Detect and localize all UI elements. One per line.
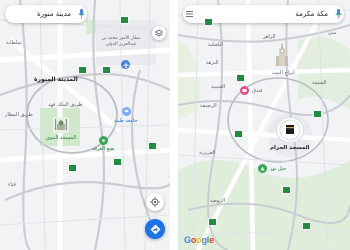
nur-label: جبل نور [270,166,287,172]
hotel-icon[interactable] [240,86,249,95]
road-shield [204,18,213,26]
road-shield [113,158,122,166]
haram-label: المسجد الحرام [270,145,310,151]
district-label: الكعكية [208,42,224,48]
layers-button[interactable] [152,26,166,40]
search-query[interactable]: مكة مكرمة [195,10,332,18]
split-map-screen: مدينة منورة مطار الأمير محمد بن عبدالعزي… [0,0,350,250]
road-shield [148,142,157,150]
clock-label: أبراج البيت [272,70,295,76]
district-label: الرصيفة [200,103,217,109]
district-label: منى [328,30,337,36]
road-shield [68,164,77,172]
mic-icon[interactable] [75,7,87,21]
clock-tower-icon[interactable] [274,42,290,68]
district-label: الروضة [210,198,226,204]
area-north-label: سلطانة [6,40,22,46]
road-shield [208,218,217,226]
directions-button[interactable] [145,219,165,239]
university-label: جامعة طيبة [114,118,138,124]
road-shield [282,186,291,194]
road-shield [234,130,243,138]
district-label: النزهة [206,60,219,66]
directions-icon [150,224,160,234]
road-east-label: طريق الملك فهد [48,102,83,108]
search-query[interactable]: مدينة منورة [5,10,75,18]
search-bar[interactable]: مدينة منورة [5,5,87,23]
airport-icon[interactable] [121,60,130,69]
road-shield [78,66,87,74]
mosque-icon[interactable] [53,117,69,133]
road-shield [120,16,129,24]
panel-divider [170,0,178,250]
area-west-label: طريق المطار [5,112,33,118]
hotel-label: فندق [252,88,263,94]
area-south-label: قباء [8,182,16,188]
my-location-button[interactable] [146,193,164,211]
airport-label: مطار الأمير محمد بن عبدالعزيز الدولي [101,36,141,47]
road-shield [313,110,322,118]
baqi-label: بقيع الغرقد [92,146,115,152]
location-icon [150,197,160,207]
road-shield [236,74,245,82]
road-shield [102,66,111,74]
city-label: المدينة المنورة [34,76,78,83]
mic-icon[interactable] [332,7,344,21]
menu-icon[interactable] [183,7,195,21]
road-shield [302,222,311,230]
district-label: الششة [312,80,327,86]
district-label: الزاهر [263,34,276,40]
district-label: العتيبية [211,84,226,90]
google-logo: Google [184,235,214,245]
layers-icon [155,29,163,37]
district-label: العزيزية [199,150,216,156]
nur-icon[interactable] [258,164,267,173]
map-panel-madinah[interactable]: مدينة منورة مطار الأمير محمد بن عبدالعزي… [0,0,170,250]
university-icon[interactable] [122,107,131,116]
baqi-icon[interactable] [99,136,108,145]
kaaba-icon[interactable] [277,118,303,142]
map-panel-makkah[interactable]: مكة مكرمة الكعكية الزاهر النزهة العتيبية… [178,0,350,250]
mosque-label: المسجد النبوي [46,135,77,141]
